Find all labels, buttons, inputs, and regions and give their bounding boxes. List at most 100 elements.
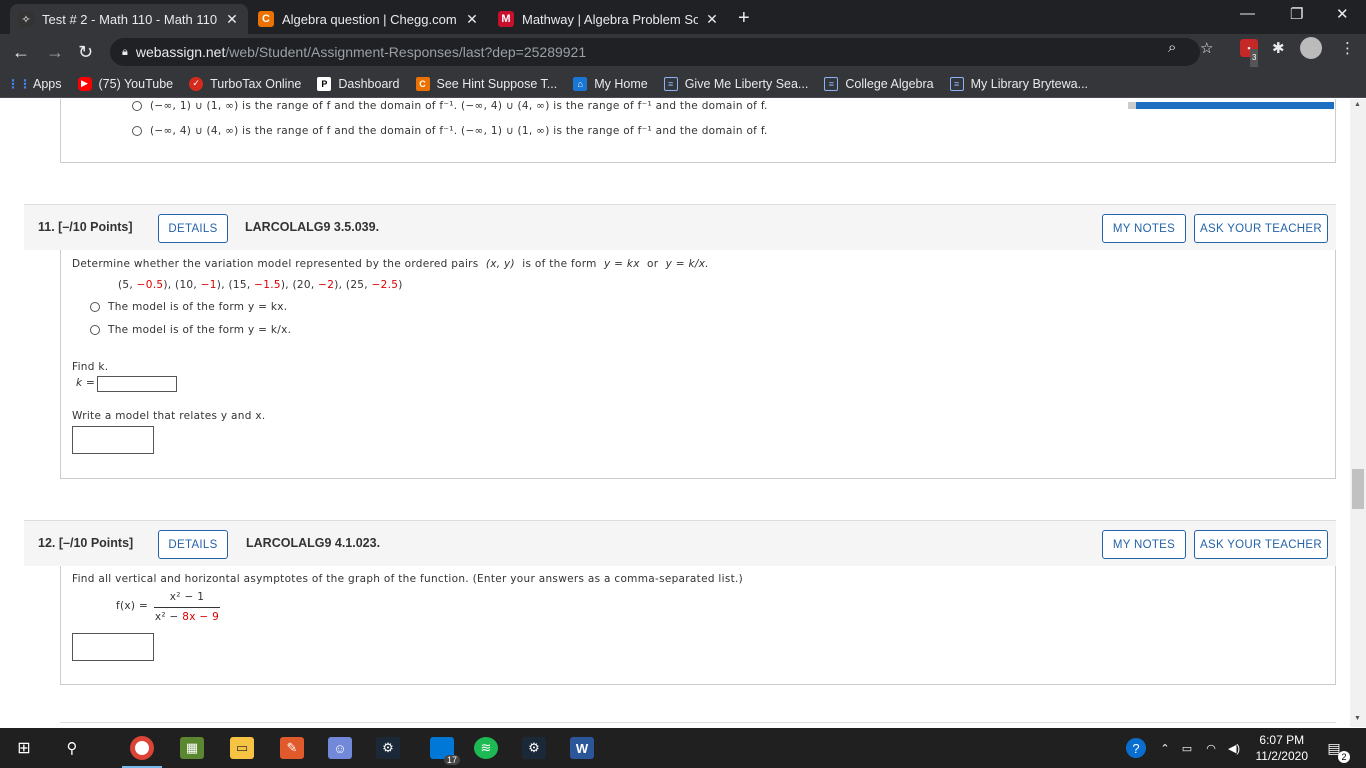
q11-choice-kx[interactable]: The model is of the form y = kx. bbox=[90, 301, 287, 313]
q12-my-notes-button[interactable]: MY NOTES bbox=[1102, 530, 1186, 559]
puzzle-extensions-icon[interactable]: ✱ bbox=[1272, 39, 1285, 57]
pair-y: −0.5 bbox=[136, 279, 164, 291]
q12-asymptotes-input[interactable] bbox=[72, 633, 154, 661]
q11-prompt-pre: Determine whether the variation model re… bbox=[72, 258, 479, 270]
bookmark-college-algebra[interactable]: ≡ College Algebra bbox=[824, 76, 934, 91]
minecraft-icon[interactable]: ▦ bbox=[180, 737, 204, 759]
chrome-icon[interactable] bbox=[130, 736, 154, 760]
windows-start-icon[interactable]: ⊞ bbox=[12, 737, 36, 759]
q11-k-label: k = bbox=[76, 377, 96, 389]
radio-button[interactable] bbox=[132, 126, 142, 136]
discord-icon[interactable]: ☺ bbox=[328, 737, 352, 759]
prev-option-2[interactable]: (−∞, 4) ∪ (4, ∞) is the range of f and t… bbox=[132, 125, 768, 137]
bookmark-dashboard[interactable]: P Dashboard bbox=[317, 76, 400, 91]
prev-dropdown-edge[interactable] bbox=[1128, 102, 1334, 109]
q12-details-button[interactable]: DETAILS bbox=[158, 530, 228, 559]
q11-write-model: Write a model that relates y and x. bbox=[72, 410, 266, 422]
bookmark-turbotax[interactable]: ✓ TurboTax Online bbox=[189, 76, 302, 91]
p-logo-icon: P bbox=[317, 76, 332, 91]
bookmark-give-me-liberty[interactable]: ≡ Give Me Liberty Sea... bbox=[663, 76, 808, 91]
q11-prompt-or: or bbox=[647, 258, 659, 270]
address-bar-row: ← → ↻ 🔒︎ webassign.net/web/Student/Assig… bbox=[0, 34, 1366, 70]
url-omnibox[interactable]: 🔒︎ webassign.net/web/Student/Assignment-… bbox=[110, 38, 1200, 66]
battery-icon[interactable]: ▭ bbox=[1180, 737, 1194, 759]
bookmark-my-library[interactable]: ≡ My Library Brytewa... bbox=[949, 76, 1088, 91]
q11-prompt-mid: is of the form bbox=[522, 258, 597, 270]
file-explorer-icon[interactable]: ▭ bbox=[230, 737, 254, 759]
q11-ask-teacher-button[interactable]: ASK YOUR TEACHER bbox=[1194, 214, 1328, 243]
q11-k-input[interactable] bbox=[97, 376, 177, 392]
pair-x: 5 bbox=[122, 279, 130, 291]
q11-choice-k-over-x-text: The model is of the form y = k/x. bbox=[108, 324, 292, 336]
restore-icon[interactable]: ❐ bbox=[1290, 5, 1303, 23]
forward-arrow-icon[interactable]: → bbox=[46, 42, 64, 63]
myhome-icon: ⌂ bbox=[573, 76, 588, 91]
radio-button[interactable] bbox=[90, 302, 100, 312]
close-tab-icon[interactable]: ✕ bbox=[464, 11, 480, 28]
prev-option-1[interactable]: (−∞, 1) ∪ (1, ∞) is the range of f and t… bbox=[132, 100, 768, 112]
extension-icon[interactable]: ▪ 3 bbox=[1240, 39, 1259, 67]
steam-icon-2[interactable]: ⚙ bbox=[522, 737, 546, 759]
tab-title: Algebra question | Chegg.com bbox=[282, 11, 457, 27]
bookmark-apps[interactable]: ⋮⋮ Apps bbox=[7, 77, 62, 91]
spotify-icon[interactable]: ≋ bbox=[474, 737, 498, 759]
wifi-icon[interactable]: ◠ bbox=[1204, 737, 1218, 759]
bookmark-my-home[interactable]: ⌂ My Home bbox=[573, 76, 648, 91]
bookmark-label: (75) YouTube bbox=[98, 76, 174, 91]
new-tab-plus-icon[interactable]: + bbox=[738, 7, 750, 30]
q12-numerator: x² − 1 bbox=[169, 591, 205, 603]
close-tab-icon[interactable]: ✕ bbox=[224, 11, 240, 28]
scrollbar-thumb[interactable] bbox=[1352, 469, 1364, 509]
q11-prompt-form1: y = kx bbox=[603, 258, 640, 270]
bookmark-label: College Algebra bbox=[845, 76, 934, 91]
close-tab-icon[interactable]: ✕ bbox=[704, 11, 720, 28]
webassign-favicon-icon: ✧ bbox=[18, 11, 34, 27]
q12-ask-teacher-button[interactable]: ASK YOUR TEACHER bbox=[1194, 530, 1328, 559]
url-text: webassign.net/web/Student/Assignment-Res… bbox=[136, 44, 586, 60]
system-clock[interactable]: 6:07 PM 11/2/2020 bbox=[1256, 732, 1309, 764]
q12-code: LARCOLALG9 4.1.023. bbox=[246, 536, 381, 550]
minimize-icon[interactable]: — bbox=[1240, 5, 1255, 22]
bookmarks-bar: ⋮⋮ Apps ▶ (75) YouTube ✓ TurboTax Online PD… bbox=[0, 70, 1366, 98]
tab-chegg[interactable]: C Algebra question | Chegg.com ✕ bbox=[250, 4, 488, 34]
close-window-icon[interactable]: ✕ bbox=[1336, 5, 1349, 23]
bookmark-chegg-hint[interactable]: C See Hint Suppose T... bbox=[415, 76, 557, 91]
radio-button[interactable] bbox=[90, 325, 100, 335]
q11-choice-k-over-x[interactable]: The model is of the form y = k/x. bbox=[90, 324, 291, 336]
q11-details-button[interactable]: DETAILS bbox=[158, 214, 228, 243]
next-question-edge bbox=[60, 722, 1336, 727]
q11-code: LARCOLALG9 3.5.039. bbox=[245, 220, 380, 234]
notifications-icon[interactable]: ▤ 2 bbox=[1322, 737, 1350, 763]
mathway-favicon-icon: M bbox=[498, 11, 514, 27]
search-icon[interactable]: ⚲ bbox=[60, 737, 84, 759]
volume-icon[interactable]: ◀) bbox=[1226, 737, 1242, 759]
scroll-up-icon[interactable]: ▲ bbox=[1354, 101, 1361, 108]
tab-mathway[interactable]: M Mathway | Algebra Problem Solv ✕ bbox=[490, 4, 728, 34]
steam-icon[interactable]: ⚙ bbox=[376, 737, 400, 759]
page-scrollbar[interactable]: ▲ ▼ bbox=[1350, 99, 1366, 727]
tab-webassign[interactable]: ✧ Test # 2 - Math 110 - Math 110, s ✕ bbox=[10, 4, 248, 34]
browser-tab-bar: ✧ Test # 2 - Math 110 - Math 110, s ✕ C … bbox=[0, 0, 1366, 34]
word-icon[interactable]: W bbox=[570, 737, 594, 759]
pair-x: 25 bbox=[350, 279, 365, 291]
chevron-up-icon[interactable]: ⌃ bbox=[1158, 737, 1172, 759]
profile-avatar[interactable] bbox=[1300, 37, 1322, 59]
bookmark-youtube[interactable]: ▶ (75) YouTube bbox=[77, 76, 174, 91]
paint-app-icon[interactable]: ✎ bbox=[280, 737, 304, 759]
calendar-icon[interactable]: 17 bbox=[430, 737, 460, 765]
bookmark-star-icon[interactable]: ☆ bbox=[1200, 39, 1213, 57]
q12-denominator: x² − 8x − 9 bbox=[154, 611, 220, 623]
radio-button[interactable] bbox=[132, 101, 142, 111]
scroll-down-icon[interactable]: ▼ bbox=[1354, 715, 1361, 722]
bookmark-label: TurboTax Online bbox=[210, 76, 302, 91]
zoom-search-icon[interactable]: ⌕ bbox=[1168, 39, 1176, 56]
menu-kebab-icon[interactable]: ⋮ bbox=[1340, 39, 1355, 57]
chegg-icon: C bbox=[415, 76, 430, 91]
q11-my-notes-button[interactable]: MY NOTES bbox=[1102, 214, 1186, 243]
back-arrow-icon[interactable]: ← bbox=[12, 42, 30, 63]
help-icon[interactable]: ? bbox=[1126, 738, 1146, 758]
q11-model-input[interactable] bbox=[72, 426, 154, 454]
reload-icon[interactable]: ↻ bbox=[78, 42, 93, 63]
pair-y: −2 bbox=[318, 279, 335, 291]
q12-points: [–/10 Points] bbox=[58, 536, 134, 550]
